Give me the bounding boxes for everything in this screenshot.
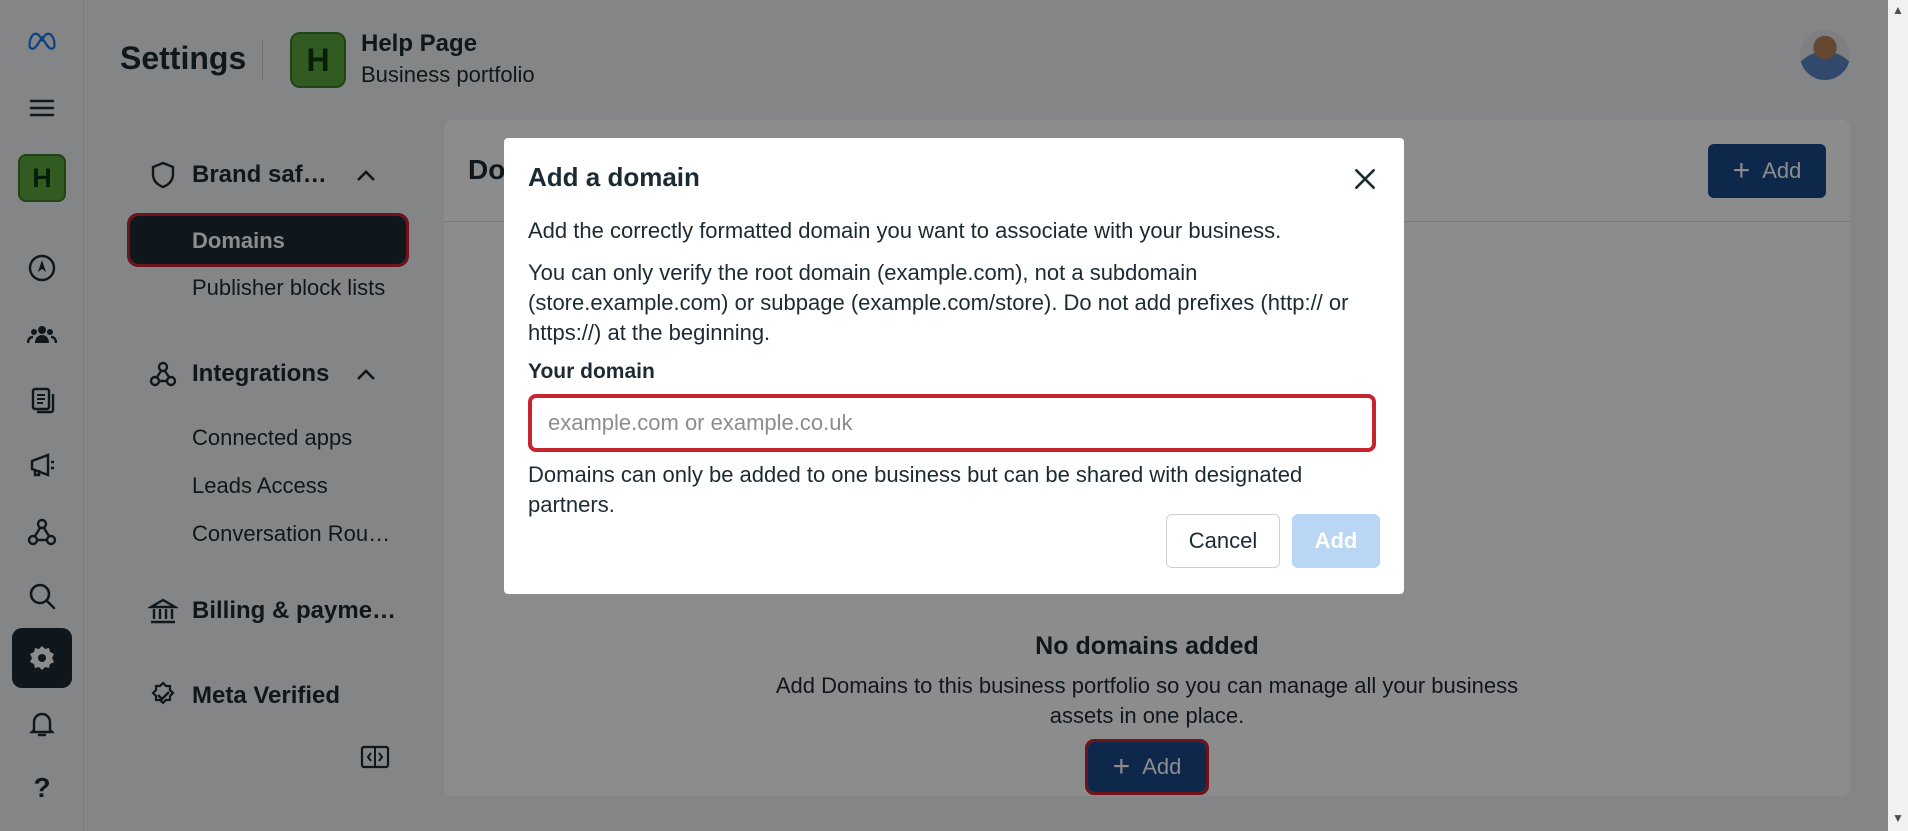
close-icon[interactable] — [1348, 162, 1382, 196]
scroll-down-icon[interactable]: ▼ — [1892, 812, 1904, 824]
domain-input[interactable] — [528, 394, 1376, 452]
page-scrollbar[interactable]: ▲ ▼ — [1888, 0, 1908, 831]
domain-field-label: Your domain — [528, 360, 655, 383]
cancel-button[interactable]: Cancel — [1166, 514, 1280, 568]
dialog-title: Add a domain — [528, 162, 700, 192]
add-domain-dialog: Add a domain Add the correctly formatted… — [504, 138, 1404, 594]
add-button[interactable]: Add — [1292, 514, 1380, 568]
scroll-up-icon[interactable]: ▲ — [1892, 4, 1904, 16]
dialog-intro: Add the correctly formatted domain you w… — [528, 218, 1282, 243]
dialog-note: Domains can only be added to one busines… — [528, 462, 1303, 517]
dialog-rules: You can only verify the root domain (exa… — [528, 260, 1349, 345]
